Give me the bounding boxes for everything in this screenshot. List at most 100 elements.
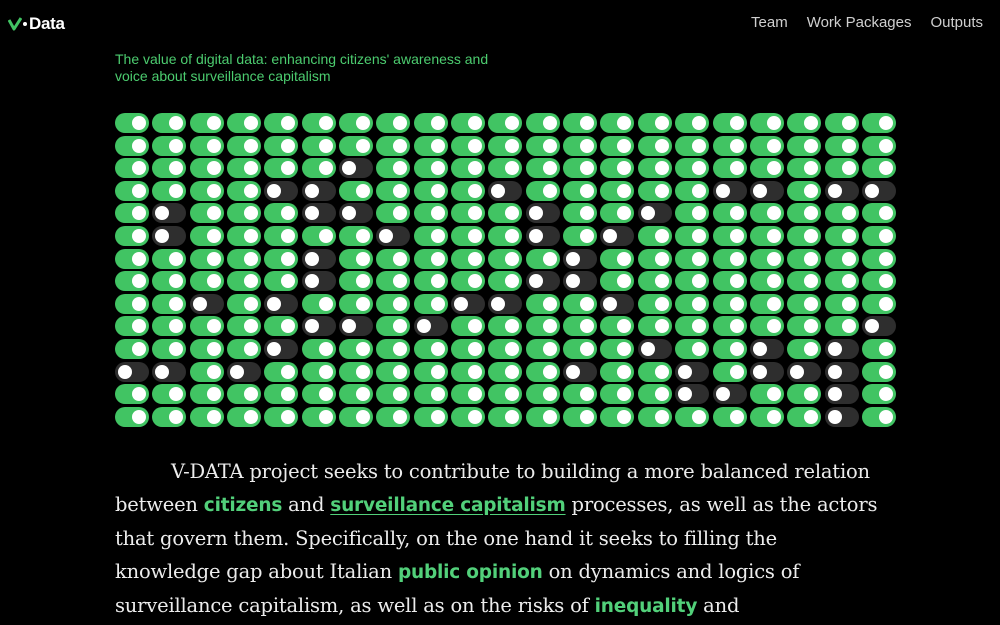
toggle-switch[interactable] — [787, 135, 822, 156]
toggle-switch[interactable] — [339, 384, 374, 405]
toggle-switch[interactable] — [600, 158, 635, 179]
toggle-switch[interactable] — [488, 316, 523, 337]
toggle-switch[interactable] — [339, 338, 374, 359]
toggle-switch[interactable] — [675, 158, 710, 179]
toggle-switch[interactable] — [115, 406, 149, 427]
toggle-switch[interactable] — [712, 180, 747, 201]
toggle-switch[interactable] — [413, 338, 448, 359]
toggle-switch[interactable] — [301, 338, 336, 359]
toggle-switch[interactable] — [861, 135, 896, 156]
toggle-switch[interactable] — [189, 225, 224, 246]
toggle-switch[interactable] — [675, 384, 710, 405]
toggle-switch[interactable] — [189, 248, 224, 269]
toggle-switch[interactable] — [824, 271, 859, 292]
toggle-switch[interactable] — [861, 158, 896, 179]
toggle-switch[interactable] — [189, 203, 224, 224]
toggle-switch[interactable] — [376, 293, 411, 314]
toggle-switch[interactable] — [451, 158, 486, 179]
toggle-switch[interactable] — [563, 113, 598, 133]
toggle-switch[interactable] — [488, 203, 523, 224]
toggle-switch[interactable] — [376, 316, 411, 337]
toggle-switch[interactable] — [637, 316, 672, 337]
toggle-switch[interactable] — [675, 293, 710, 314]
toggle-switch[interactable] — [376, 135, 411, 156]
toggle-switch[interactable] — [301, 293, 336, 314]
toggle-switch[interactable] — [824, 180, 859, 201]
toggle-switch[interactable] — [413, 406, 448, 427]
toggle-switch[interactable] — [413, 203, 448, 224]
toggle-switch[interactable] — [189, 135, 224, 156]
toggle-switch[interactable] — [787, 271, 822, 292]
toggle-switch[interactable] — [712, 384, 747, 405]
toggle-switch[interactable] — [189, 180, 224, 201]
toggle-switch[interactable] — [264, 406, 299, 427]
toggle-switch[interactable] — [525, 203, 560, 224]
toggle-switch[interactable] — [189, 384, 224, 405]
toggle-switch[interactable] — [451, 384, 486, 405]
toggle-switch[interactable] — [824, 203, 859, 224]
toggle-switch[interactable] — [749, 361, 784, 382]
toggle-switch[interactable] — [339, 271, 374, 292]
toggle-switch[interactable] — [861, 361, 896, 382]
toggle-switch[interactable] — [152, 406, 187, 427]
toggle-switch[interactable] — [637, 158, 672, 179]
toggle-switch[interactable] — [861, 316, 896, 337]
toggle-switch[interactable] — [712, 113, 747, 133]
toggle-switch[interactable] — [227, 316, 262, 337]
toggle-switch[interactable] — [600, 225, 635, 246]
toggle-switch[interactable] — [413, 293, 448, 314]
toggle-switch[interactable] — [488, 361, 523, 382]
toggle-switch[interactable] — [787, 113, 822, 133]
toggle-switch[interactable] — [488, 180, 523, 201]
toggle-switch[interactable] — [189, 361, 224, 382]
toggle-switch[interactable] — [787, 338, 822, 359]
toggle-switch[interactable] — [637, 135, 672, 156]
toggle-switch[interactable] — [413, 361, 448, 382]
toggle-switch[interactable] — [339, 180, 374, 201]
toggle-switch[interactable] — [451, 316, 486, 337]
toggle-switch[interactable] — [115, 113, 149, 133]
toggle-switch[interactable] — [675, 225, 710, 246]
toggle-switch[interactable] — [563, 135, 598, 156]
toggle-switch[interactable] — [675, 406, 710, 427]
toggle-switch[interactable] — [227, 338, 262, 359]
toggle-switch[interactable] — [227, 225, 262, 246]
toggle-switch[interactable] — [824, 316, 859, 337]
toggle-switch[interactable] — [301, 203, 336, 224]
toggle-switch[interactable] — [749, 113, 784, 133]
toggle-switch[interactable] — [675, 316, 710, 337]
toggle-switch[interactable] — [227, 248, 262, 269]
toggle-switch[interactable] — [600, 135, 635, 156]
brand-logo[interactable]: Data — [8, 14, 65, 34]
toggle-switch[interactable] — [861, 384, 896, 405]
toggle-switch[interactable] — [152, 203, 187, 224]
toggle-switch[interactable] — [712, 203, 747, 224]
nav-work-packages[interactable]: Work Packages — [807, 14, 912, 31]
toggle-switch[interactable] — [264, 361, 299, 382]
toggle-switch[interactable] — [563, 158, 598, 179]
toggle-switch[interactable] — [488, 293, 523, 314]
toggle-switch[interactable] — [301, 361, 336, 382]
toggle-switch[interactable] — [712, 406, 747, 427]
toggle-switch[interactable] — [115, 225, 149, 246]
toggle-switch[interactable] — [824, 293, 859, 314]
toggle-switch[interactable] — [637, 406, 672, 427]
toggle-switch[interactable] — [152, 271, 187, 292]
toggle-switch[interactable] — [861, 248, 896, 269]
toggle-switch[interactable] — [189, 158, 224, 179]
toggle-switch[interactable] — [152, 225, 187, 246]
toggle-switch[interactable] — [712, 135, 747, 156]
toggle-switch[interactable] — [451, 293, 486, 314]
toggle-switch[interactable] — [301, 406, 336, 427]
toggle-switch[interactable] — [264, 113, 299, 133]
toggle-switch[interactable] — [525, 406, 560, 427]
toggle-switch[interactable] — [264, 293, 299, 314]
toggle-switch[interactable] — [861, 203, 896, 224]
toggle-switch[interactable] — [637, 203, 672, 224]
toggle-switch[interactable] — [563, 406, 598, 427]
toggle-switch[interactable] — [861, 225, 896, 246]
toggle-switch[interactable] — [115, 338, 149, 359]
toggle-switch[interactable] — [749, 203, 784, 224]
toggle-switch[interactable] — [488, 225, 523, 246]
toggle-switch[interactable] — [264, 316, 299, 337]
